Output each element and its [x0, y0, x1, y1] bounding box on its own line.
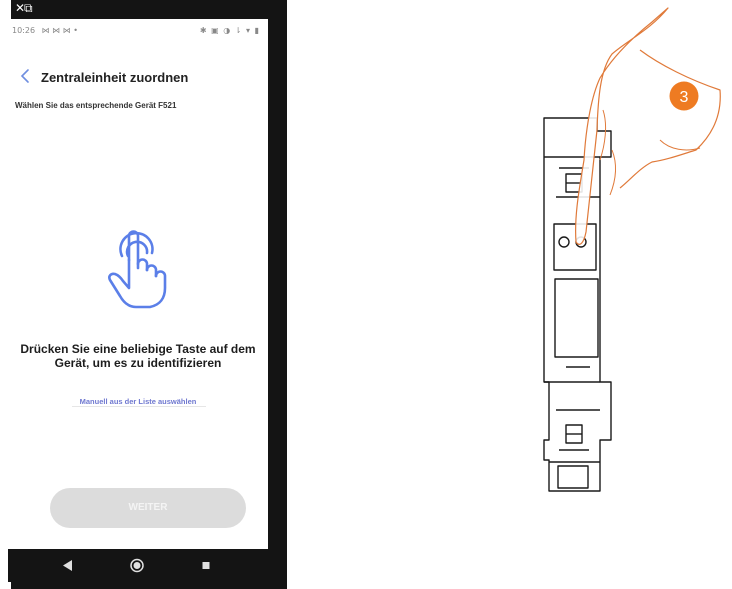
next-button[interactable]: WEITER [50, 488, 246, 528]
notification-icons: ⋈ ⋈ ⋈ • [41, 26, 78, 35]
recents-square-icon [202, 562, 210, 569]
app-screen: 10:26 ⋈ ⋈ ⋈ • ✱ ▣ ◑ ⇂ ▾ ▮ Zentraleinheit… [8, 19, 268, 549]
chevron-left-icon [20, 69, 29, 83]
status-time: 10:26 ⋈ ⋈ ⋈ • [12, 26, 78, 35]
press-key-prompt: Drücken Sie eine beliebige Taste auf dem… [20, 342, 256, 370]
hand-pointer-press-icon [108, 230, 167, 309]
nav-home-button[interactable] [117, 549, 157, 582]
page-title: Zentraleinheit zuordnen [41, 70, 189, 85]
nav-recents-button[interactable] [186, 549, 226, 582]
status-time-text: 10:26 [12, 26, 36, 35]
system-status-icons: ✱ ▣ ◑ ⇂ ▾ ▮ [199, 26, 260, 35]
link-divider [72, 406, 206, 407]
status-bar: 10:26 ⋈ ⋈ ⋈ • ✱ ▣ ◑ ⇂ ▾ ▮ [8, 19, 268, 41]
instruction-text: Wählen Sie das entsprechende Gerät F521 [15, 101, 177, 110]
device-illustration: 3 [543, 7, 721, 492]
nav-back-button[interactable] [48, 549, 88, 582]
android-nav-bar [8, 549, 268, 582]
back-button[interactable] [19, 66, 33, 86]
manual-select-link[interactable]: Manuell aus der Liste auswählen [8, 397, 268, 406]
overlay-logo: ✕⧉ [15, 1, 33, 15]
step-badge-number: 3 [680, 89, 689, 106]
home-circle-icon [130, 558, 144, 573]
back-triangle-icon [63, 560, 72, 571]
